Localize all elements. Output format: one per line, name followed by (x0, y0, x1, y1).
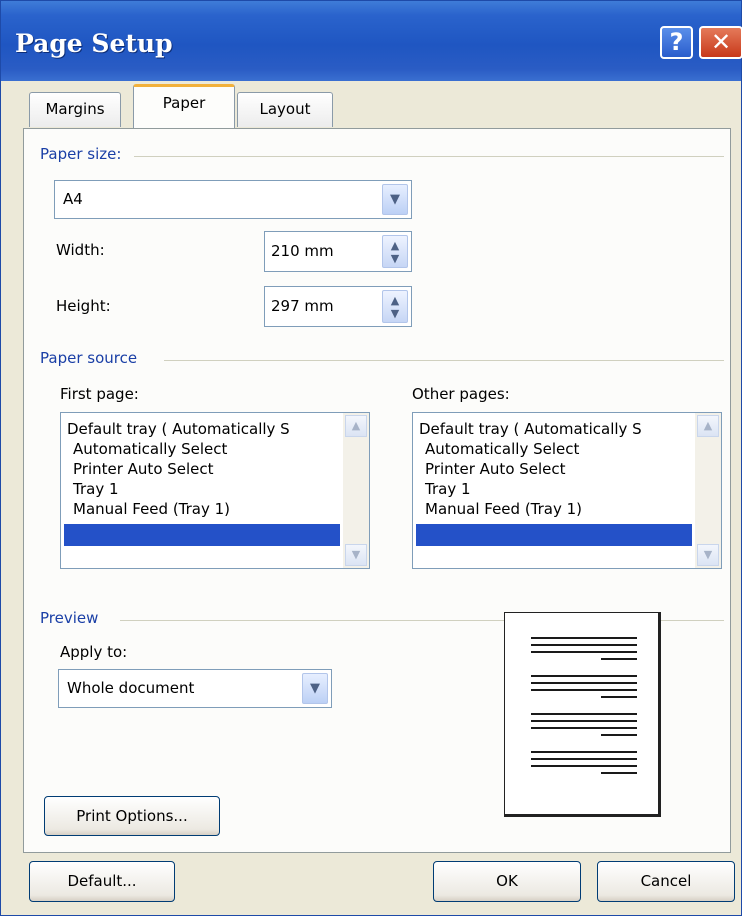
chevron-down-icon[interactable]: ▼ (382, 184, 408, 215)
paper-source-group-label: Paper source (40, 349, 144, 367)
page-preview (504, 612, 661, 817)
other-pages-list[interactable]: Default tray ( Automatically S Automatic… (412, 412, 722, 569)
list-item[interactable]: Printer Auto Select (73, 459, 214, 480)
width-label: Width: (56, 241, 105, 259)
close-icon: ✕ (710, 28, 732, 56)
paper-tab-panel: Paper size: A4 ▼ Width: 210 mm ▲ ▼ Height… (23, 128, 731, 853)
help-button[interactable]: ? (660, 26, 693, 59)
help-icon: ? (669, 28, 684, 56)
list-item[interactable]: Tray 1 (73, 479, 119, 500)
print-options-button[interactable]: Print Options... (44, 796, 220, 836)
ok-button[interactable]: OK (433, 861, 581, 902)
close-button[interactable]: ✕ (699, 26, 742, 59)
list-item[interactable]: Automatically Select (425, 439, 579, 460)
page-setup-dialog: Page Setup ? ✕ Margins Paper Layout Pape… (0, 0, 742, 916)
window-title: Page Setup (15, 29, 173, 58)
selected-list-item[interactable] (64, 524, 340, 546)
scroll-down-icon[interactable]: ▼ (697, 544, 719, 566)
paper-size-group-label: Paper size: (40, 145, 128, 163)
first-page-label: First page: (60, 385, 139, 403)
tab-margins[interactable]: Margins (29, 92, 121, 127)
apply-to-value: Whole document (67, 679, 195, 697)
scrollbar[interactable]: ▲ ▼ (695, 413, 721, 568)
list-item[interactable]: Default tray ( Automatically S (67, 419, 290, 440)
divider (134, 156, 724, 157)
scroll-up-icon[interactable]: ▲ (345, 415, 367, 437)
scroll-up-icon[interactable]: ▲ (697, 415, 719, 437)
spinner-arrows-icon[interactable]: ▲ ▼ (382, 290, 408, 323)
paper-size-select[interactable]: A4 ▼ (54, 180, 412, 219)
apply-to-select[interactable]: Whole document ▼ (58, 669, 332, 708)
list-item[interactable]: Tray 1 (425, 479, 471, 500)
scroll-down-icon[interactable]: ▼ (345, 544, 367, 566)
first-page-list[interactable]: Default tray ( Automatically S Automatic… (60, 412, 370, 569)
height-spinner[interactable]: 297 mm ▲ ▼ (264, 286, 412, 327)
height-value[interactable]: 297 mm (271, 297, 334, 315)
other-pages-label: Other pages: (412, 385, 510, 403)
apply-to-label: Apply to: (60, 643, 128, 661)
list-item[interactable]: Automatically Select (73, 439, 227, 460)
tab-layout[interactable]: Layout (237, 92, 333, 127)
default-button[interactable]: Default... (29, 861, 175, 902)
spinner-arrows-icon[interactable]: ▲ ▼ (382, 235, 408, 268)
title-bar[interactable]: Page Setup ? ✕ (1, 1, 742, 81)
paper-size-value: A4 (63, 190, 83, 208)
list-item[interactable]: Manual Feed (Tray 1) (425, 499, 582, 520)
list-item[interactable]: Default tray ( Automatically S (419, 419, 642, 440)
height-label: Height: (56, 297, 111, 315)
width-value[interactable]: 210 mm (271, 242, 334, 260)
cancel-button[interactable]: Cancel (597, 861, 735, 902)
tab-paper[interactable]: Paper (133, 84, 235, 129)
divider (164, 360, 724, 361)
width-spinner[interactable]: 210 mm ▲ ▼ (264, 231, 412, 272)
list-item[interactable]: Printer Auto Select (425, 459, 566, 480)
scrollbar[interactable]: ▲ ▼ (343, 413, 369, 568)
chevron-down-icon[interactable]: ▼ (302, 673, 328, 704)
preview-group-label: Preview (40, 609, 105, 627)
list-item[interactable]: Manual Feed (Tray 1) (73, 499, 230, 520)
selected-list-item[interactable] (416, 524, 692, 546)
